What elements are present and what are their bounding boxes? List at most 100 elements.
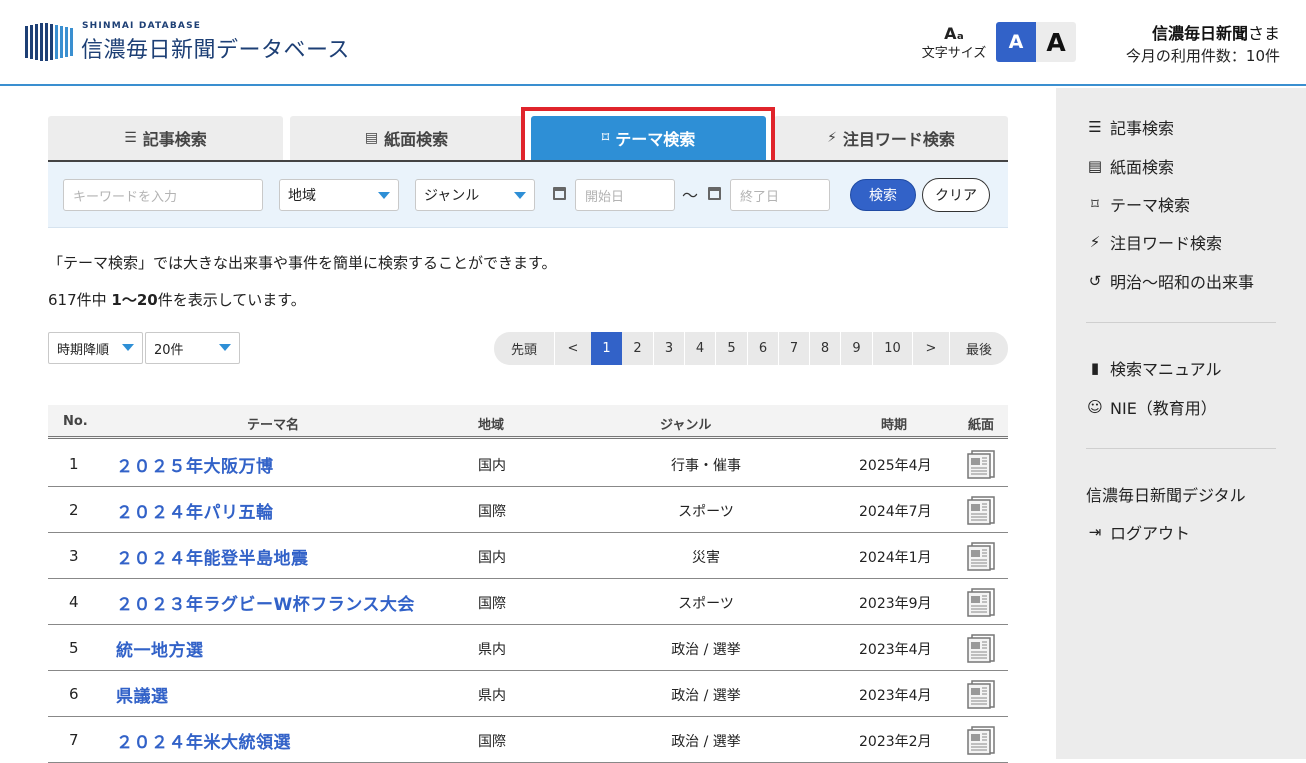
row-region: 国際 (478, 596, 506, 612)
font-size-small-button[interactable]: A (996, 22, 1036, 62)
theme-link[interactable]: ２０２４年能登半島地震 (116, 544, 309, 569)
page-3[interactable]: 3 (653, 332, 684, 365)
book-icon: ▮ (1090, 359, 1100, 377)
table-row: 1 ２０２５年大阪万博 国内 行事・催事 2025年4月 (48, 441, 1008, 487)
page-last[interactable]: 最後 (949, 332, 1008, 365)
sort-order-select[interactable]: 時期降順 (48, 332, 143, 364)
row-genre: 政治 / 選挙 (671, 734, 741, 750)
sidebar-item-manual[interactable]: ▮ 検索マニュアル (1086, 356, 1222, 380)
date-range-separator: 〜 (682, 186, 699, 205)
col-region: 地域 (478, 418, 505, 433)
newspaper-icon[interactable] (966, 679, 996, 709)
newspaper-icon: ▤ (1087, 157, 1103, 175)
region-select[interactable]: 地域 (279, 179, 399, 211)
row-region: 国際 (478, 504, 506, 520)
page-7[interactable]: 7 (778, 332, 809, 365)
usage-count: 今月の利用件数：10件 (1125, 47, 1280, 65)
newspaper-icon[interactable] (966, 495, 996, 525)
page-next[interactable]: > (912, 332, 949, 365)
sidebar-item-keyword-search[interactable]: ⚡ 注目ワード検索 (1086, 230, 1222, 254)
col-period: 時期 (881, 418, 908, 433)
keyword-input[interactable]: キーワードを入力 (63, 179, 263, 211)
font-size-large-button[interactable]: A (1036, 22, 1076, 62)
row-region: 国内 (478, 550, 506, 566)
newspaper-icon[interactable] (966, 725, 996, 755)
theme-link[interactable]: ２０２５年大阪万博 (116, 452, 274, 477)
page-1[interactable]: 1 (591, 332, 622, 365)
tab-keyword-search[interactable]: ⚡ 注目ワード検索 (774, 116, 1008, 160)
right-sidebar: ☰ 記事検索 ▤ 紙面検索 ⌑ テーマ検索 ⚡ 注目ワード検索 ↺ 明治〜昭和の出来事 ▮… (1056, 88, 1306, 759)
theme-link[interactable]: 県議選 (116, 682, 169, 707)
newspaper-icon[interactable] (966, 587, 996, 617)
sidebar-item-theme-search[interactable]: ⌑ テーマ検索 (1086, 192, 1190, 216)
genre-select[interactable]: ジャンル (415, 179, 535, 211)
newspaper-icon[interactable] (966, 449, 996, 479)
sidebar-item-history[interactable]: ↺ 明治〜昭和の出来事 (1086, 269, 1254, 293)
chevron-down-icon (378, 192, 390, 199)
tab-paper-search[interactable]: ▤ 紙面検索 (290, 116, 523, 160)
page-first[interactable]: 先頭 (494, 332, 554, 365)
tab-article-search[interactable]: ☰ 記事検索 (48, 116, 283, 160)
row-number: 5 (69, 639, 79, 657)
row-genre: 政治 / 選挙 (671, 688, 741, 704)
start-date-input[interactable]: 開始日 (575, 179, 675, 211)
newspaper-icon[interactable] (966, 633, 996, 663)
logo-icon[interactable] (25, 22, 75, 62)
logo-title[interactable]: 信濃毎日新聞データベース (81, 32, 350, 64)
row-period: 2024年7月 (859, 504, 932, 520)
page-6[interactable]: 6 (747, 332, 778, 365)
theme-link[interactable]: ２０２４年米大統領選 (116, 728, 291, 753)
row-number: 4 (69, 593, 79, 611)
page-4[interactable]: 4 (684, 332, 715, 365)
font-size-icon: Aₐ (944, 24, 964, 43)
end-date-input[interactable]: 終了日 (730, 179, 830, 211)
table-row: 2 ２０２４年パリ五輪 国際 スポーツ 2024年7月 (48, 487, 1008, 533)
row-period: 2023年4月 (859, 688, 932, 704)
page-8[interactable]: 8 (809, 332, 840, 365)
page-10[interactable]: 10 (872, 332, 912, 365)
row-period: 2024年1月 (859, 550, 932, 566)
theme-link[interactable]: ２０２４年パリ五輪 (116, 498, 274, 523)
row-period: 2025年4月 (859, 458, 932, 474)
table-row: 3 ２０２４年能登半島地震 国内 災害 2024年1月 (48, 533, 1008, 579)
theme-link[interactable]: ２０２３年ラグビーW杯フランス大会 (116, 590, 415, 615)
search-bar: キーワードを入力 地域 ジャンル 開始日 〜 終了日 検索 クリア (48, 162, 1008, 228)
bolt-icon: ⚡ (827, 130, 837, 146)
page-9[interactable]: 9 (840, 332, 872, 365)
sidebar-item-article-search[interactable]: ☰ 記事検索 (1086, 115, 1174, 139)
pagination: 先頭 < 1 2 3 4 5 6 7 8 9 10 > 最後 (494, 332, 1008, 365)
bookmark-icon: ⌑ (1091, 195, 1099, 213)
page-prev[interactable]: < (554, 332, 591, 365)
sidebar-divider (1086, 322, 1276, 323)
sidebar-item-nie[interactable]: ☺ NIE（教育用） (1086, 395, 1217, 419)
col-no: No. (63, 414, 88, 429)
row-number: 6 (69, 685, 79, 703)
row-region: 県内 (478, 642, 506, 658)
search-button[interactable]: 検索 (850, 179, 916, 211)
row-number: 7 (69, 731, 79, 749)
logo-subtitle: SHINMAI DATABASE (82, 21, 202, 31)
chevron-down-icon (219, 344, 231, 351)
newspaper-icon[interactable] (966, 541, 996, 571)
table-row: 5 統一地方選 県内 政治 / 選挙 2023年4月 (48, 625, 1008, 671)
calendar-icon[interactable] (708, 187, 721, 200)
table-header: No. テーマ名 地域 ジャンル 時期 紙面 (48, 405, 1008, 439)
face-icon: ☺ (1087, 398, 1103, 416)
sidebar-item-digital[interactable]: 信濃毎日新聞デジタル (1086, 482, 1246, 506)
intro-text: 「テーマ検索」では大きな出来事や事件を簡単に検索することができます。 (48, 254, 557, 272)
sidebar-item-logout[interactable]: ⇥ ログアウト (1086, 520, 1190, 544)
page-2[interactable]: 2 (622, 332, 653, 365)
user-name: 信濃毎日新聞さま (1151, 24, 1280, 43)
row-genre: スポーツ (678, 596, 734, 612)
bolt-icon: ⚡ (1089, 233, 1101, 251)
clear-button[interactable]: クリア (922, 178, 990, 212)
row-genre: 行事・催事 (671, 458, 741, 474)
theme-link[interactable]: 統一地方選 (116, 636, 204, 661)
page-5[interactable]: 5 (715, 332, 747, 365)
row-genre: スポーツ (678, 504, 734, 520)
per-page-select[interactable]: 20件 (145, 332, 240, 364)
row-region: 国内 (478, 458, 506, 474)
newspaper-icon: ▤ (364, 130, 379, 146)
calendar-icon[interactable] (553, 187, 566, 200)
sidebar-item-paper-search[interactable]: ▤ 紙面検索 (1086, 154, 1174, 178)
